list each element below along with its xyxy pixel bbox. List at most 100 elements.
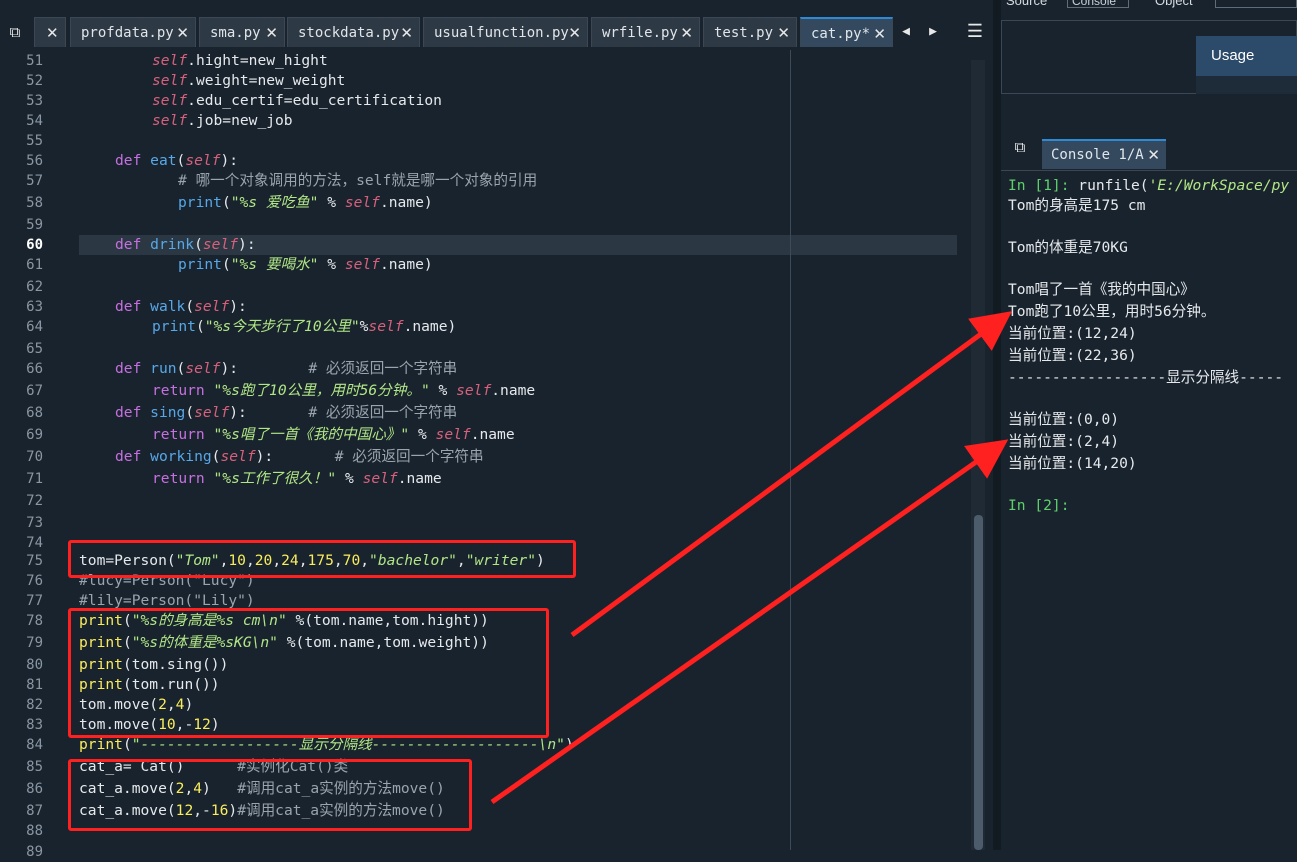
console-line-in2: In [2]: [1008,497,1070,514]
close-icon[interactable]: ✕ [265,18,278,48]
line-number: 85 [26,759,43,775]
scrollbar-thumb[interactable] [974,515,983,850]
line-number: 60 [26,237,43,253]
options-menu-icon[interactable]: ☰ [964,21,986,43]
code-line-60: def drink(self): [115,236,256,253]
tab-label: cat.py* [811,26,871,42]
scroll-tabs-left-icon[interactable]: ◀ [895,21,917,43]
console-line: Tom的体重是70KG [1008,239,1128,256]
console-line: Tom跑了10公里，用时56分钟。 [1008,303,1216,320]
scroll-tabs-right-icon[interactable]: ▶ [922,21,944,43]
usage-body [1196,76,1297,94]
line-number: 56 [26,153,43,169]
line-number: 72 [26,493,43,509]
code-line-71: return "%s工作了很久！" % self.name [152,470,442,487]
line-number: 54 [26,113,43,129]
close-icon[interactable]: ✕ [176,18,189,48]
close-icon[interactable]: ✕ [1147,141,1160,169]
line-number: 84 [26,737,43,753]
close-icon[interactable]: ✕ [568,18,581,48]
line-number: 74 [26,535,43,551]
line-number: 86 [26,781,43,797]
line-number: 70 [26,449,43,465]
tab-partial-hidden[interactable]: ✕ [34,17,66,47]
line-number: 79 [26,635,43,651]
close-icon[interactable]: ✕ [777,18,790,48]
code-line-69: return "%s唱了一首《我的中国心》" % self.name [152,426,515,443]
console-line: 当前位置:(0,0) [1008,411,1120,428]
code-line-68: def sing(self): # 必须返回一个字符串 [115,404,458,421]
line-number: 58 [26,195,43,211]
tab-label: test.py [714,25,774,41]
tab-sma[interactable]: sma.py ✕ [199,17,285,47]
code-line-67: return "%s跑了10公里，用时56分钟。" % self.name [152,382,536,399]
line-number: 75 [26,553,43,569]
browse-tabs-icon[interactable]: ⧉ [4,21,26,43]
line-number: 81 [26,677,43,693]
code-line-51: self.hight=new_hight [152,52,328,69]
line-number: 73 [26,515,43,531]
line-number: 62 [26,279,43,295]
pane-splitter[interactable] [993,0,1001,850]
line-number: 88 [26,823,43,839]
usage-heading: Usage [1196,36,1297,76]
console-line: 当前位置:(12,24) [1008,325,1137,342]
console-tab[interactable]: Console 1/A ✕ [1042,139,1166,169]
console-line: 当前位置:(2,4) [1008,433,1120,450]
code-line-52: self.weight=new_weight [152,72,346,89]
code-line-57: # 哪一个对象调用的方法，self就是哪一个对象的引用 [178,172,538,189]
code-line-54: self.job=new_job [152,112,293,129]
code-line-53: self.edu_certif=edu_certification [152,92,442,109]
console-line: 当前位置:(22,36) [1008,347,1137,364]
code-line-66: def run(self): # 必须返回一个字符串 [115,360,458,377]
tab-profdata[interactable]: profdata.py ✕ [70,17,196,47]
line-number: 57 [26,173,43,189]
line-number: 77 [26,593,43,609]
object-input[interactable] [1215,0,1297,8]
line-number: 82 [26,697,43,713]
line-number: 51 [26,53,43,69]
line-number: 89 [26,844,43,860]
tab-cat[interactable]: cat.py* ✕ [800,17,893,47]
tab-label: profdata.py [81,25,174,41]
code-line-58: print("%s 爱吃鱼" % self.name) [178,194,433,211]
close-icon[interactable]: ✕ [680,18,693,48]
annotation-box-prints [68,608,549,738]
tab-usualfunction[interactable]: usualfunction.py ✕ [423,17,588,47]
console-line: 当前位置:(14,20) [1008,455,1137,472]
close-icon[interactable]: ✕ [400,18,413,48]
annotation-box-constructor [68,540,576,578]
line-number: 66 [26,361,43,377]
object-label: Object [1155,0,1193,8]
tab-label: usualfunction.py [434,25,569,41]
console-line: Tom的身高是175 cm [1008,197,1146,214]
line-number: 67 [26,383,43,399]
annotation-box-cat [68,759,472,831]
line-number: 59 [26,217,43,233]
tab-test[interactable]: test.py ✕ [703,17,797,47]
code-line-61: print("%s 要喝水" % self.name) [178,256,433,273]
console-line: ------------------显示分隔线----- [1008,369,1284,386]
code-line-70: def working(self): # 必须返回一个字符串 [115,448,484,465]
tab-wrfile[interactable]: wrfile.py ✕ [591,17,700,47]
close-icon[interactable]: ✕ [873,19,886,49]
line-number: 55 [26,133,43,149]
line-number: 83 [26,717,43,733]
tab-label: stockdata.py [298,25,400,41]
line-number: 61 [26,257,43,273]
source-select[interactable]: Console [1067,0,1129,8]
source-label: Source [1006,0,1048,8]
tab-label: wrfile.py [602,25,678,41]
close-icon[interactable]: ✕ [46,18,59,48]
line-number: 76 [26,573,43,589]
line-number: 64 [26,319,43,335]
edge-line [790,50,791,850]
line-number: 80 [26,657,43,673]
line-number: 69 [26,427,43,443]
line-number: 78 [26,613,43,629]
browse-consoles-icon[interactable]: ⧉ [1009,136,1031,158]
tab-stockdata[interactable]: stockdata.py ✕ [287,17,420,47]
line-number: 53 [26,93,43,109]
code-line-64: print("%s今天步行了10公里"%self.name) [152,318,457,335]
code-line-63: def walk(self): [115,298,247,315]
